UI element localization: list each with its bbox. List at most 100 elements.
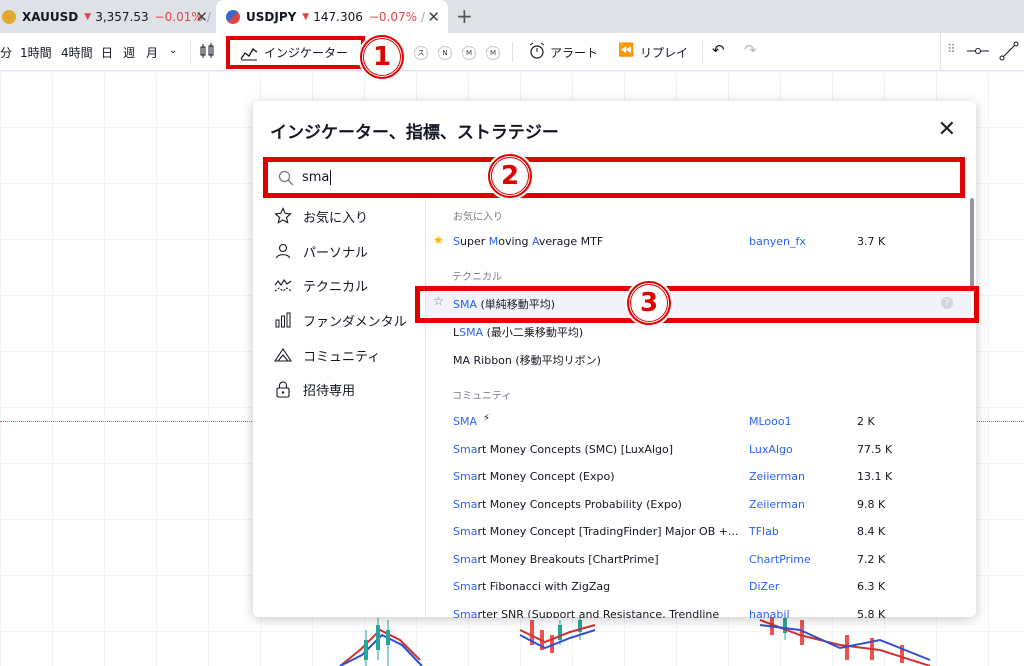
sidebar-item-invite-only[interactable]: 招待専用 [273,377,355,401]
toolbar-letter[interactable]: ス [414,46,428,60]
interval-month[interactable]: 月 [146,44,158,61]
list-item[interactable]: ★ Super Moving Average MTF banyen_fx 3.7… [426,228,971,256]
browser-tab-xauusd[interactable]: XAUUSD ▼ 3,357.53 −0.01% / ✕ [0,0,216,33]
list-item[interactable]: SMA ⚡ MLooo1 2 K [426,408,971,436]
indicator-chart-icon [240,47,258,60]
toolbar-letter[interactable]: N [438,46,452,60]
community-icon [273,346,293,364]
author[interactable]: MLooo1 [749,415,792,428]
author[interactable]: TFlab [749,525,779,538]
tab-symbol: XAUUSD [22,9,79,24]
list-item[interactable]: Smart Money Breakouts [ChartPrime] ChartP… [426,546,971,574]
author[interactable]: Zeiierman [749,470,805,483]
list-item[interactable]: Smart Fibonacci with ZigZag DiZer 6.3 K [426,573,971,601]
chevron-down-icon[interactable]: ⌄ [169,45,177,56]
author[interactable]: hanabil [749,608,790,619]
indicators-button[interactable]: インジケーター [226,36,365,69]
toolbar-letter[interactable]: M [486,46,500,60]
sidebar-item-fundamental[interactable]: ファンダメンタル [273,308,407,332]
search-input[interactable]: sma [263,157,965,198]
indicator-name: Smart Money Concept [TradingFinder] Majo… [453,525,739,538]
star-icon [273,207,293,225]
indicator-name: SMA [453,415,477,428]
indicators-label: インジケーター [264,46,349,60]
divider [512,42,513,62]
sidebar-item-label: パーソナル [303,245,369,261]
section-technical: テクニカル [452,272,502,283]
interval-day[interactable]: 日 [101,44,113,61]
browser-tab-strip: XAUUSD ▼ 3,357.53 −0.01% / ✕ USDJPY ▼ 14… [0,0,1024,33]
tab-price: 3,357.53 [95,9,149,24]
tab-change: −0.07% [368,9,418,24]
user-count: 5.8 K [857,607,886,619]
new-tab-icon[interactable]: + [456,4,473,28]
user-count: 2 K [857,415,875,428]
lock-icon [273,380,293,398]
sidebar-item-favorites[interactable]: お気に入り [273,204,368,228]
star-filled-icon[interactable]: ★ [433,233,444,247]
candle-icon[interactable] [200,43,214,62]
indicator-name: Smart Money Concept (Expo) [453,470,615,483]
horizontal-line-icon[interactable] [967,45,989,59]
drag-handle-icon[interactable]: ⠿ [947,42,956,56]
interval-minute[interactable]: 分 [0,44,12,61]
search-icon [278,170,294,185]
list-item[interactable]: Smart Money Concepts (SMC) [LuxAlgo] LuxA… [426,436,971,464]
dialog-title: インジケーター、指標、ストラテジー [270,123,559,143]
list-item[interactable]: Smart Money Concept [TradingFinder] Majo… [426,518,971,546]
trend-line-icon[interactable] [999,41,1019,64]
text-caret [330,170,332,185]
interval-week[interactable]: 週 [123,44,135,61]
list-item[interactable]: Smart Money Concept (Expo) Zeiierman 13.1 … [426,463,971,491]
close-icon[interactable]: ✕ [938,117,956,142]
chart-toolbar: 分 1時間 4時間 日 週 月 ⌄ インジケーター ス N M M アラート ⏪… [0,33,1024,71]
close-icon[interactable]: ✕ [427,8,440,26]
annotation-badge: 1 [360,35,404,79]
author[interactable]: LuxAlgo [749,443,793,456]
indicator-name: Super Moving Average MTF [453,235,604,248]
sidebar-item-community[interactable]: コミュニティ [273,343,380,367]
down-arrow-icon: ▼ [84,11,92,22]
highlight-frame [415,286,979,323]
close-icon[interactable]: ✕ [195,8,208,26]
list-item[interactable]: Smart Money Concepts Probability (Expo) Z… [426,491,971,519]
undo-icon[interactable]: ↶ [712,41,725,59]
replay-icon[interactable]: ⏪ [618,43,634,58]
indicator-name: Smart Money Breakouts [ChartPrime] [453,552,659,566]
author[interactable]: DiZer [749,580,779,593]
tab-price: 147.306 [313,9,363,24]
alarm-clock-icon[interactable] [528,42,546,63]
replay-label[interactable]: リプレイ [640,44,688,61]
list-item[interactable]: Smarter SNR (Support and Resistance, Tre… [426,601,971,619]
interval-4h[interactable]: 4時間 [61,44,93,61]
list-item[interactable]: MA Ribbon (移動平均リボン) [426,345,971,373]
interval-1h[interactable]: 1時間 [20,44,52,61]
section-community: コミュニティ [452,391,512,402]
annotation-badge: 2 [488,154,532,198]
bar-chart-icon [273,311,293,329]
user-count: 8.4 K [857,525,886,538]
user-count: 13.1 K [857,470,893,483]
toolbar-letter[interactable]: M [462,46,476,60]
author[interactable]: Zeiierman [749,498,805,511]
chart-wave-icon [273,276,293,294]
down-arrow-icon: ▼ [302,11,310,22]
sidebar-item-personal[interactable]: パーソナル [273,239,368,263]
indicator-name: Smart Fibonacci with ZigZag [453,580,611,593]
user-count: 7.2 K [857,552,886,566]
favorite-row[interactable]: ★ Super Moving Average MTF banyen_fx 3.7… [426,228,971,256]
indicator-name: Smart Money Concepts Probability (Expo) [453,497,682,511]
user-count: 9.8 K [857,497,886,511]
browser-tab-usdjpy[interactable]: USDJPY ▼ 147.306 −0.07% / ✕ [216,0,448,33]
user-count: 6.3 K [857,580,886,593]
sidebar-item-label: ファンダメンタル [303,314,407,330]
sidebar-item-technical[interactable]: テクニカル [273,273,368,297]
community-list: SMA ⚡ MLooo1 2 K Smart Money Concepts (SMC) … [426,408,971,618]
author[interactable]: ChartPrime [749,553,811,566]
sidebar-item-label: テクニカル [303,279,369,295]
technical-row[interactable]: MA Ribbon (移動平均リボン) [426,345,971,373]
author[interactable]: banyen_fx [749,235,806,248]
redo-icon[interactable]: ↷ [744,41,757,59]
sidebar-item-label: コミュニティ [303,349,381,365]
alert-label[interactable]: アラート [550,44,598,61]
